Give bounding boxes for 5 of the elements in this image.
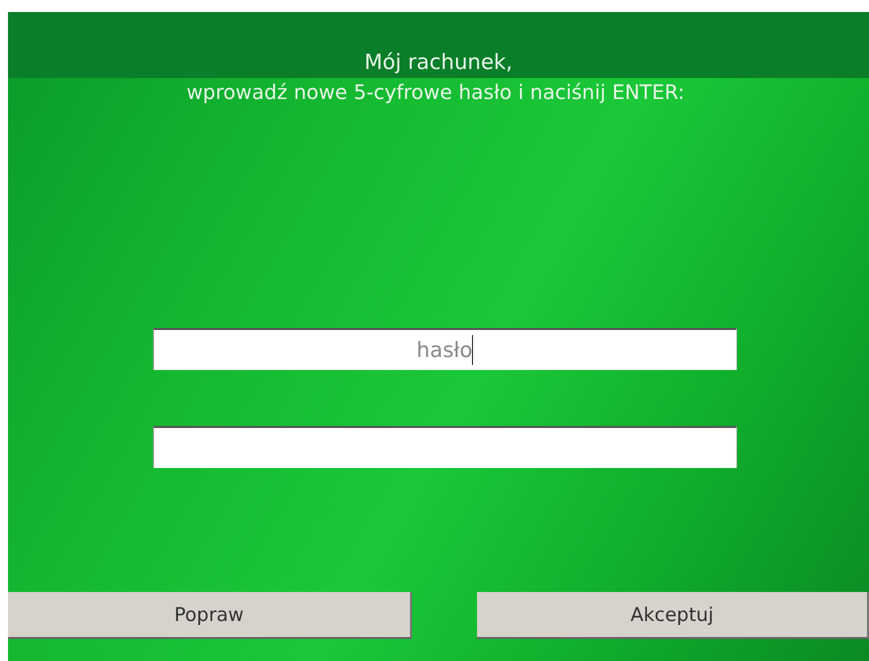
instruction-text: wprowadź nowe 5-cyfrowe hasło i naciśnij ENTER: bbox=[185, 80, 686, 104]
correct-button[interactable]: Popraw bbox=[8, 592, 412, 639]
screen-title: Mój rachunek, bbox=[364, 50, 513, 74]
password-field[interactable] bbox=[153, 426, 737, 468]
accept-button[interactable]: Akceptuj bbox=[477, 592, 869, 639]
